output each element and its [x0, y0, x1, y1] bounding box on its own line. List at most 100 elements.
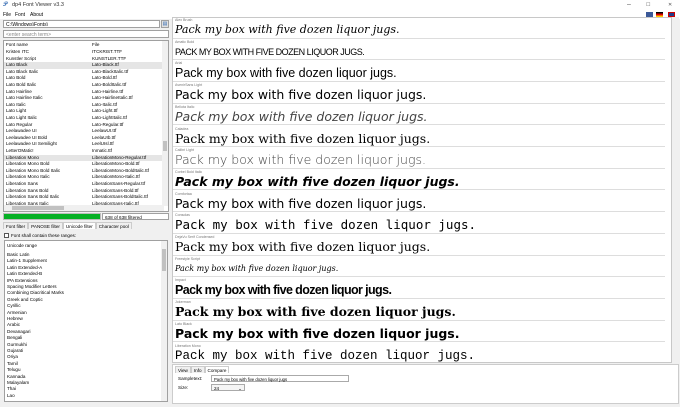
font-preview-item[interactable]: Caladea Pack my box with five dozen liquo…: [173, 127, 665, 147]
tab-unicode-filter[interactable]: Unicode filter: [62, 222, 96, 229]
font-name: Liberation Mono: [6, 154, 39, 160]
table-row[interactable]: Lato Italic Lato-Italic.ttf: [4, 102, 164, 109]
column-header-file[interactable]: File: [92, 42, 99, 49]
table-row[interactable]: Lato Regular Lato-Regular.ttf: [4, 122, 164, 129]
table-row[interactable]: Liberation Sans LiberationSans-Regular.tt…: [4, 181, 164, 188]
font-list-scrollbar[interactable]: [162, 41, 168, 206]
tab-panose-filter[interactable]: PANOSE filter: [28, 222, 63, 229]
table-row[interactable]: Lato Hairline Italic Lato-HairlineItalic.…: [4, 95, 164, 102]
table-row[interactable]: Kunstler Script KUNSTLER.TTF: [4, 56, 164, 63]
preview-sample-text: Pack my box with five dozen liquor jugs.: [175, 130, 431, 146]
filter-count: 638 of 638 filtered: [102, 213, 169, 220]
font-list[interactable]: Font name File Kristen ITC ITCKRIST.TTF Ku…: [3, 40, 169, 212]
maximize-button[interactable]: ☐: [646, 2, 650, 8]
close-button[interactable]: ✕: [668, 2, 672, 8]
font-preview-item[interactable]: Jokerman Pack my box with five dozen liqu…: [173, 300, 665, 321]
unicode-range-list[interactable]: Unicode range Basic Latin Latin-1 Supplem…: [4, 240, 168, 402]
size-select[interactable]: 24 ⌄: [211, 384, 245, 391]
column-header-font-name[interactable]: Font name: [6, 42, 28, 49]
folder-path-input[interactable]: C:\Windows\Fonts\: [3, 20, 160, 28]
table-row[interactable]: LetterOMatic! Inmatic.ttf: [4, 148, 164, 155]
tab-character-pool[interactable]: Character pool: [95, 222, 132, 229]
font-file: LiberationMono-Italic.ttf: [92, 174, 140, 180]
font-file: Lato-Regular.ttf: [92, 121, 124, 127]
table-row[interactable]: Kristen ITC ITCKRIST.TTF: [4, 49, 164, 56]
font-file: LiberationSans-BoldItalic.ttf: [92, 194, 148, 200]
unicode-list-scrollbar[interactable]: [161, 241, 167, 401]
font-name: Liberation Mono Bold Italic: [6, 167, 61, 173]
table-row[interactable]: Lato Bold Italic Lato-BoldItalic.ttf: [4, 82, 164, 89]
table-row[interactable]: Liberation Mono Italic LiberationMono-Ita…: [4, 174, 164, 181]
font-preview-item[interactable]: Alex Brush Pack my box with five dozen li…: [173, 18, 665, 39]
table-row[interactable]: Liberation Sans Bold LiberationSans-Bold.…: [4, 188, 164, 195]
preview-font-name: Amatic Bold: [175, 39, 195, 44]
font-name: Liberation Mono Bold: [6, 161, 50, 167]
font-file: LiberationSans-Regular.ttf: [92, 181, 146, 186]
font-preview-list[interactable]: Alex Brush Pack my box with five dozen li…: [172, 17, 672, 363]
checkbox-icon[interactable]: [4, 233, 9, 238]
font-preview-item[interactable]: Arial Pack my box with five dozen liquor …: [173, 61, 665, 82]
font-preview-item[interactable]: Corbel Bold Italic Pack my box with five …: [173, 170, 665, 191]
tab-compare[interactable]: Compare: [204, 366, 230, 373]
menu-font[interactable]: Font: [15, 12, 25, 18]
ranges-checkbox[interactable]: Font shall contain these ranges:: [4, 233, 76, 238]
font-name: Lato Hairline Italic: [6, 95, 43, 101]
font-preview-item[interactable]: Comfortaa Pack my box with five dozen liq…: [173, 192, 665, 213]
font-preview-item[interactable]: DejaVu Serif Condensed Pack my box with f…: [173, 235, 665, 256]
font-preview-item[interactable]: Amatic Bold Pack my box with five dozen l…: [173, 40, 665, 61]
preview-sample-text: Pack my box with five dozen liquor jugs.: [175, 217, 477, 233]
preview-sample-text: Pack my box with five dozen liquor jugs.: [175, 87, 427, 103]
minimize-button[interactable]: –: [627, 1, 631, 8]
font-name: Lato Regular: [6, 121, 33, 127]
font-name: Lato Hairline: [6, 88, 32, 94]
menu-about[interactable]: About: [30, 12, 43, 18]
table-row[interactable]: Lato Hairline Lato-Hairline.ttf: [4, 89, 164, 96]
preview-sample-text: Pack my box with five dozen liquor jugs.: [175, 348, 476, 363]
table-row[interactable]: Liberation Mono LiberationMono-Regular.tt…: [4, 154, 164, 162]
table-row[interactable]: Lato Black Lato-Black.ttf: [4, 62, 164, 69]
preview-sample-text: Pack my box with five dozen liquor jugs.: [175, 239, 431, 254]
font-file: Lato-LightItalic.ttf: [92, 115, 127, 120]
font-preview-item[interactable]: Lato Black Pack my box with five dozen li…: [173, 322, 665, 343]
browse-folder-button[interactable]: ▤: [161, 20, 169, 28]
preview-font-name: Alex Brush: [175, 18, 193, 22]
table-row[interactable]: Liberation Mono Bold LiberationMono-Bold.…: [4, 161, 164, 168]
font-preview-item[interactable]: Freestyle Script Pack my box with five do…: [173, 257, 665, 278]
font-name: Kristen ITC: [6, 49, 29, 54]
unicode-range-item[interactable]: Lao: [7, 393, 157, 399]
search-input[interactable]: <enter search term>: [3, 30, 169, 38]
table-row[interactable]: Lato Light Lato-Light.ttf: [4, 108, 164, 115]
tab-font-filter[interactable]: Font filter: [3, 222, 29, 229]
table-row[interactable]: Lato Light Italic Lato-LightItalic.ttf: [4, 115, 164, 122]
tab-view[interactable]: View: [175, 366, 191, 373]
table-row[interactable]: Liberation Mono Bold Italic LiberationMon…: [4, 168, 164, 175]
font-preview-item[interactable]: Impact Pack my box with five dozen liquor…: [173, 278, 665, 299]
preview-sample-text: Pack my box with five dozen liquor jugs.: [175, 108, 428, 124]
font-file: LiberationMono-Bold.ttf: [92, 161, 140, 167]
preview-sample-text: Pack my box with five dozen liquor jugs.: [175, 304, 456, 320]
font-preview-item[interactable]: Consolas Pack my box with five dozen liqu…: [173, 213, 665, 234]
table-row[interactable]: Liberation Sans Bold Italic LiberationSan…: [4, 194, 164, 201]
size-value: 24: [214, 386, 220, 391]
font-preview-item[interactable]: Calibri Light Pack my box with five dozen…: [173, 148, 665, 169]
font-file: LiberationMono-BoldItalic.ttf: [92, 167, 149, 173]
preview-scrollbar[interactable]: [672, 17, 679, 363]
menu-file[interactable]: File: [3, 12, 11, 18]
table-row[interactable]: Lato Black Italic Lato-BlackItalic.ttf: [4, 69, 164, 76]
list-header: Font name File: [4, 42, 164, 48]
sampletext-input[interactable]: Pack my box with five dozen liquor jugs: [211, 375, 349, 382]
horizontal-scrollbar[interactable]: [4, 205, 164, 211]
preview-sample-text: Pack my box with five dozen liquor jugs.: [175, 173, 460, 189]
preview-sample-text: Pack my box with five dozen liquor jugs.: [175, 152, 426, 168]
table-row[interactable]: Leelawadee UI LeelawUI.ttf: [4, 128, 164, 135]
font-preview-item[interactable]: AvenirSans Light Pack my box with five do…: [173, 83, 665, 104]
title-bar: 𝓟 dp4 Font Viewer v3.3 – ☐ ✕: [0, 0, 680, 10]
tab-info[interactable]: Info: [190, 366, 205, 373]
font-preview-item[interactable]: Liberation Mono Pack my box with five doz…: [173, 344, 665, 363]
table-row[interactable]: Leelawadee UI Semilight LeelUIsl.ttf: [4, 141, 164, 148]
table-row[interactable]: Leelawadee UI Bold LeelaUIb.ttf: [4, 135, 164, 142]
preview-font-name: Arial: [175, 61, 183, 66]
font-preview-item[interactable]: Bellota Italic Pack my box with five doze…: [173, 105, 665, 126]
table-row[interactable]: Lato Bold Lato-Bold.ttf: [4, 75, 164, 82]
unicode-list-header: Unicode range: [7, 243, 37, 248]
